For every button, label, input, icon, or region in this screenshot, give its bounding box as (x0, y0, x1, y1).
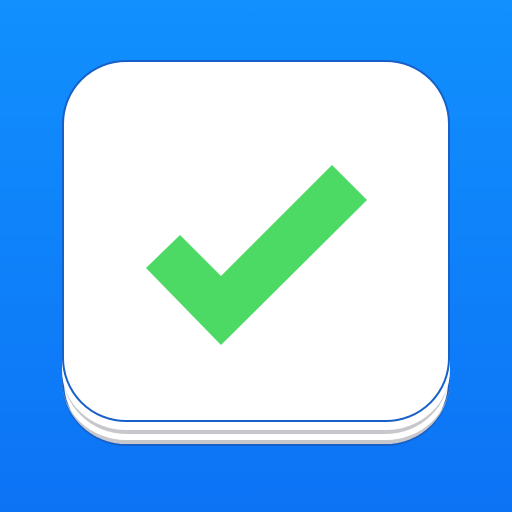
checkmark-shape (146, 165, 367, 345)
app-icon[interactable] (0, 0, 512, 512)
checkmark-icon (146, 165, 367, 345)
